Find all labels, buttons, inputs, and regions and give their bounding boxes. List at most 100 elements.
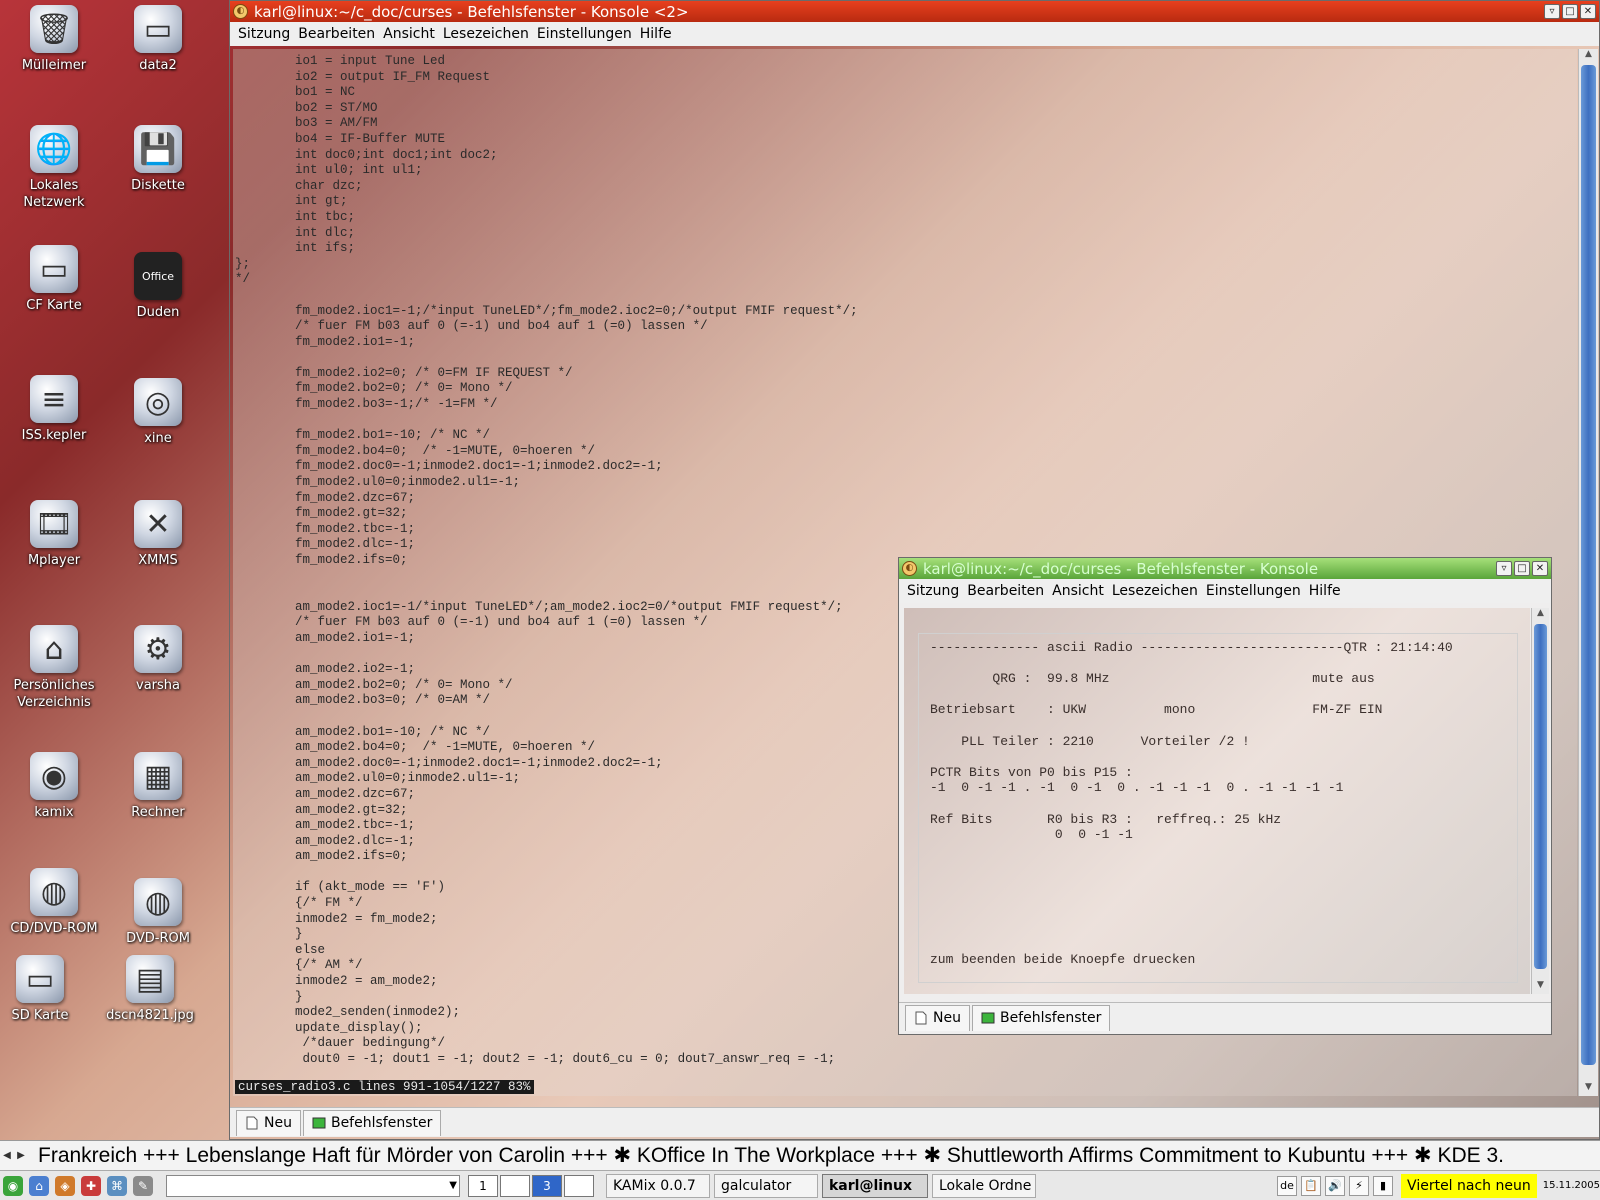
desktop-icon-lokales-netzwerk[interactable]: 🌐 Lokales Netzwerk <box>2 125 106 211</box>
konsole-icon[interactable]: ◐ <box>233 4 248 19</box>
keyboard-layout-indicator[interactable]: de <box>1277 1175 1298 1196</box>
code-line: am_mode2.ul0=0;inmode2.ul1=-1; <box>235 771 521 786</box>
menu-hilfe[interactable]: Hilfe <box>1305 583 1345 599</box>
main-scrollbar[interactable]: ▲ ▼ <box>1578 49 1598 1096</box>
desktop-icon-m-lleimer[interactable]: 🗑 Mülleimer <box>2 5 106 74</box>
desktop-icon-varsha[interactable]: ⚙ varsha <box>106 625 210 694</box>
volume-icon[interactable]: 🔊 <box>1325 1175 1346 1196</box>
desktop-icon-pers-nliches-verzeichnis[interactable]: ⌂ Persönliches Verzeichnis <box>2 625 106 711</box>
minimize-button[interactable]: ▿ <box>1496 561 1512 576</box>
desktop-icon-label: Mülleimer <box>21 58 87 73</box>
pager-desktop-4[interactable] <box>564 1174 594 1197</box>
radio-terminal[interactable]: -------------- ascii Radio -------------… <box>904 608 1530 994</box>
pager-desktop-2[interactable] <box>500 1174 530 1197</box>
ticker-text[interactable]: Frankreich +++ Lebenslange Haft für Mörd… <box>28 1143 1504 1168</box>
menu-ansicht[interactable]: Ansicht <box>1048 583 1108 599</box>
code-line: inmode2 = am_mode2; <box>235 974 438 989</box>
lifesaver-icon[interactable]: ✚ <box>81 1175 101 1196</box>
desktop-icon-cd-dvd-rom[interactable]: ◍ CD/DVD-ROM <box>2 868 106 937</box>
code-line: fm_mode2.bo3=-1;/* -1=FM */ <box>235 397 498 412</box>
scroll-up-arrow[interactable]: ▲ <box>1532 608 1549 622</box>
menu-einstellungen[interactable]: Einstellungen <box>533 26 636 42</box>
session-tab-befehlsfenster[interactable]: Befehlsfenster <box>302 1109 442 1136</box>
taskbar-task-galculator[interactable]: galculator <box>714 1173 818 1198</box>
scroll-up-arrow[interactable]: ▲ <box>1579 49 1598 63</box>
klipper-icon[interactable]: 📋 <box>1301 1175 1322 1196</box>
konsole-radio-window[interactable]: ◐ karl@linux:~/c_doc/curses - Befehlsfen… <box>898 557 1552 1035</box>
task-list: KAMix 0.0.7 galculator karl@linux Lokale Or… <box>602 1173 1036 1198</box>
desktop-icon-dscn4821-jpg[interactable]: ▤ dscn4821.jpg <box>98 955 202 1024</box>
kde-menu-icon[interactable]: ◉ <box>3 1175 23 1196</box>
dvd-rom-icon: ◍ <box>134 878 182 926</box>
code-line: am_mode2.dlc=-1; <box>235 833 416 848</box>
new-session-label: Neu <box>933 1010 961 1026</box>
desktop-icon-dvd-rom[interactable]: ◍ DVD-ROM <box>106 878 210 947</box>
news-ticker[interactable]: ◀ ▶ Frankreich +++ Lebenslange Haft für … <box>0 1140 1600 1170</box>
ticker-left-arrow[interactable]: ◀ <box>0 1150 14 1161</box>
minimize-button[interactable]: ▿ <box>1544 4 1560 19</box>
desktop-icon-label: Lokales Netzwerk <box>23 178 85 210</box>
plug-icon[interactable]: ⚡ <box>1349 1175 1370 1196</box>
battery-icon[interactable]: ▮ <box>1373 1175 1394 1196</box>
new-session-button[interactable]: Neu <box>905 1004 970 1031</box>
radio-display-line <box>930 858 1453 874</box>
maximize-button[interactable]: □ <box>1514 561 1530 576</box>
desktop-icon-label: varsha <box>136 678 180 693</box>
desktop-icon-xine[interactable]: ◎ xine <box>106 378 210 447</box>
desktop-icon-duden[interactable]: Office Duden <box>106 252 210 321</box>
network-icon[interactable]: ⌘ <box>107 1175 127 1196</box>
home-icon[interactable]: ⌂ <box>29 1175 49 1196</box>
editor-icon[interactable]: ✎ <box>133 1175 153 1196</box>
desktop-icon-cf-karte[interactable]: ▭ CF Karte <box>2 245 106 314</box>
scroll-down-arrow[interactable]: ▼ <box>1579 1082 1598 1096</box>
desktop-icon-sd-karte[interactable]: ▭ SD Karte <box>0 955 92 1024</box>
desktop-icon-iss-kepler[interactable]: ≡ ISS.kepler <box>2 375 106 444</box>
close-button[interactable]: ✕ <box>1532 561 1548 576</box>
main-scroll-thumb[interactable] <box>1581 65 1596 1065</box>
menu-einstellungen[interactable]: Einstellungen <box>1202 583 1305 599</box>
menu-lesezeichen[interactable]: Lesezeichen <box>439 26 533 42</box>
new-document-icon <box>246 1116 258 1130</box>
new-session-button[interactable]: Neu <box>236 1109 301 1136</box>
code-line: int tbc; <box>235 209 356 224</box>
desktop-icon-xmms[interactable]: ✕ XMMS <box>106 500 210 569</box>
konqueror-icon[interactable]: ◈ <box>55 1175 75 1196</box>
menu-hilfe[interactable]: Hilfe <box>636 26 676 42</box>
radio-display-line <box>930 749 1453 765</box>
clock[interactable]: Viertel nach neun <box>1401 1173 1537 1198</box>
close-button[interactable]: ✕ <box>1580 4 1596 19</box>
radio-titlebar[interactable]: ◐ karl@linux:~/c_doc/curses - Befehlsfen… <box>899 558 1551 579</box>
desktop-icon-diskette[interactable]: 💾 Diskette <box>106 125 210 194</box>
taskbar-task-lokale-ordne[interactable]: Lokale Ordne <box>932 1173 1036 1198</box>
desktop-icon-rechner[interactable]: ▦ Rechner <box>106 752 210 821</box>
scroll-down-arrow[interactable]: ▼ <box>1532 980 1549 994</box>
menu-lesezeichen[interactable]: Lesezeichen <box>1108 583 1202 599</box>
pager-desktop-1[interactable]: 1 <box>468 1174 498 1197</box>
pager-desktop-3[interactable]: 3 <box>532 1174 562 1197</box>
code-line: fm_mode2.ioc1=-1;/*input TuneLED*/;fm_mo… <box>235 303 858 318</box>
main-titlebar[interactable]: ◐ karl@linux:~/c_doc/curses - Befehlsfen… <box>230 1 1599 22</box>
maximize-button[interactable]: □ <box>1562 4 1578 19</box>
desktop-icon-mplayer[interactable]: 🎞 Mplayer <box>2 500 106 569</box>
radio-scroll-thumb[interactable] <box>1534 624 1547 969</box>
command-input[interactable]: ▼ <box>166 1174 460 1197</box>
taskbar-task-kamix-0-0-7[interactable]: KAMix 0.0.7 <box>606 1173 710 1198</box>
radio-session-tabbar: Neu Befehlsfenster <box>899 1002 1551 1032</box>
radio-display-line: -------------- ascii Radio -------------… <box>930 640 1453 655</box>
menu-bearbeiten[interactable]: Bearbeiten <box>963 583 1048 599</box>
konsole-icon[interactable]: ◐ <box>902 561 917 576</box>
session-tab-befehlsfenster[interactable]: Befehlsfenster <box>971 1004 1111 1031</box>
history-dropdown-icon[interactable]: ▼ <box>449 1180 457 1191</box>
desktop-icon-kamix[interactable]: ◉ kamix <box>2 752 106 821</box>
desktop-icon-data2[interactable]: ▭ data2 <box>106 5 210 74</box>
taskbar-task-karl-linux[interactable]: karl@linux <box>822 1173 928 1198</box>
ticker-right-arrow[interactable]: ▶ <box>14 1150 28 1161</box>
menu-sitzung[interactable]: Sitzung <box>903 583 963 599</box>
menu-bearbeiten[interactable]: Bearbeiten <box>294 26 379 42</box>
radio-scrollbar[interactable]: ▲ ▼ <box>1531 608 1549 994</box>
menu-sitzung[interactable]: Sitzung <box>234 26 294 42</box>
code-line: am_mode2.bo3=0; /* 0=AM */ <box>235 693 491 708</box>
menu-ansicht[interactable]: Ansicht <box>379 26 439 42</box>
code-line: am_mode2.bo4=0; /* -1=MUTE, 0=hoeren */ <box>235 740 596 755</box>
